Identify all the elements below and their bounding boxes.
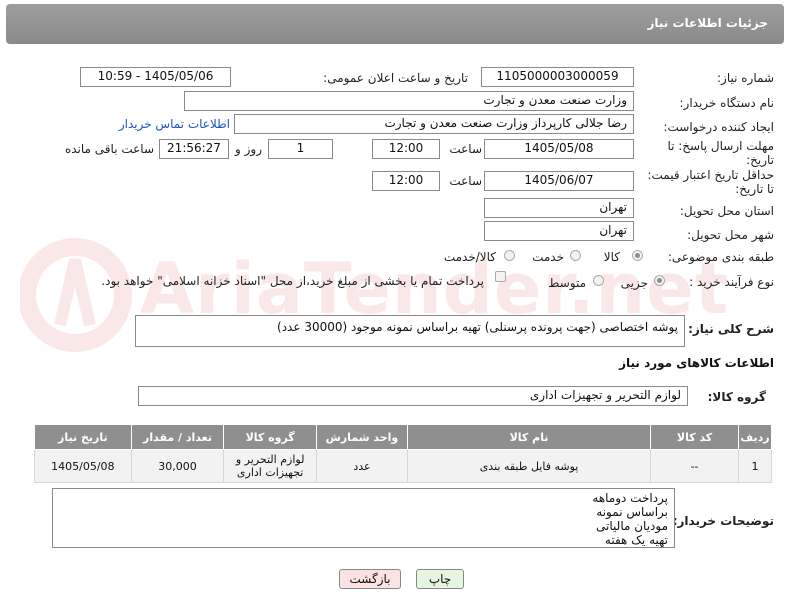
cell-group: لوازم التحریر و تجهیزات اداری (223, 449, 317, 483)
province-field[interactable]: تهران (484, 198, 634, 218)
header-group: گروه کالا (223, 424, 317, 450)
category-option-service: خدمت (532, 250, 564, 264)
category-option-goods-service: کالا/خدمت (443, 250, 496, 264)
deadline-time-label: ساعت (449, 142, 482, 156)
table-row[interactable]: 1 -- پوشه فایل طبقه بندی عدد لوازم التحر… (34, 449, 772, 483)
cell-unit: عدد (315, 449, 408, 483)
header-name: نام کالا (406, 424, 652, 450)
announce-label: تاریخ و ساعت اعلان عمومی: (323, 71, 468, 85)
header-date: تاریخ نیاز (34, 424, 132, 450)
goods-group-label: گروه کالا: (707, 390, 766, 404)
cell-row-number: 1 (738, 449, 772, 483)
category-radio-goods[interactable] (632, 250, 643, 261)
deadline-days-field[interactable]: 1 (268, 139, 333, 159)
price-validity-date-field[interactable]: 1405/06/07 (484, 171, 634, 191)
price-validity-label-line2: تا تاریخ: (735, 182, 774, 196)
buyer-note-line: براساس نمونه (596, 505, 668, 519)
price-validity-time-field[interactable]: 12:00 (372, 171, 440, 191)
category-option-goods: کالا (603, 250, 620, 264)
buyer-note-line: مودیان مالیاتی (596, 519, 668, 533)
buyer-contact-link[interactable]: اطلاعات تماس خریدار (119, 117, 230, 131)
cell-code: -- (650, 449, 740, 483)
process-option-medium: متوسط (548, 276, 586, 290)
header-code: کد کالا (650, 424, 740, 450)
buyer-notes-label: توضیحات خریدار: (672, 514, 774, 528)
city-field[interactable]: تهران (484, 221, 634, 241)
creator-label: ایجاد کننده درخواست: (663, 120, 774, 134)
page-title: جزئیات اطلاعات نیاز (647, 16, 768, 30)
process-radio-medium[interactable] (593, 275, 604, 286)
header-row-number: ردیف (738, 424, 772, 450)
print-button[interactable]: چاپ (416, 569, 464, 589)
announce-field[interactable]: 1405/05/06 - 10:59 (80, 67, 231, 87)
header-quantity: تعداد / مقدار (130, 424, 225, 450)
remaining-time-field[interactable]: 21:56:27 (159, 139, 229, 159)
process-option-minor: جزیی (620, 276, 648, 290)
description-label: شرح کلی نیاز: (688, 322, 774, 336)
buyer-org-label: نام دستگاه خریدار: (679, 96, 775, 110)
remaining-label: ساعت باقی مانده (64, 142, 154, 156)
cell-date: 1405/05/08 (34, 449, 132, 483)
buyer-note-line: پرداخت دوماهه (592, 491, 668, 505)
deadline-date-field[interactable]: 1405/05/08 (484, 139, 634, 159)
goods-group-field[interactable]: لوازم التحریر و تجهیزات اداری (138, 386, 688, 406)
cell-name: پوشه فایل طبقه بندی (406, 449, 652, 483)
cell-quantity: 30,000 (130, 449, 225, 483)
back-button[interactable]: بازگشت (339, 569, 401, 589)
deadline-label-line2: تاریخ: (746, 153, 774, 167)
deadline-days-label: روز و (235, 142, 262, 156)
buyer-org-field[interactable]: وزارت صنعت معدن و تجارت (184, 91, 634, 111)
process-label: نوع فرآیند خرید : (689, 275, 774, 289)
need-number-field[interactable]: 1105000003000059 (481, 67, 634, 87)
payment-checkbox[interactable] (495, 271, 506, 282)
buyer-note-line: تهیه یک هفته (604, 533, 668, 547)
province-label: استان محل تحویل: (679, 204, 774, 218)
price-validity-time-label: ساعت (449, 174, 482, 188)
price-validity-label-line1: حداقل تاریخ اعتبار قیمت: (647, 168, 774, 182)
table-header-row: ردیف کد کالا نام کالا واحد شمارش گروه کا… (34, 424, 772, 450)
need-number-label: شماره نیاز: (717, 71, 774, 85)
description-textarea[interactable]: پوشه اختصاصی (جهت پرونده پرسنلی) تهیه بر… (135, 315, 685, 347)
payment-note: پرداخت تمام یا بخشی از مبلغ خرید،از محل … (101, 274, 484, 288)
city-label: شهر محل تحویل: (687, 228, 774, 242)
buyer-notes-textarea[interactable]: پرداخت دوماهه براساس نمونه مودیان مالیات… (52, 488, 675, 548)
category-label: طبقه بندی موضوعی: (667, 250, 774, 264)
header-unit: واحد شمارش (315, 424, 408, 450)
deadline-label-line1: مهلت ارسال پاسخ: تا (667, 139, 774, 153)
page-header: جزئیات اطلاعات نیاز (6, 4, 784, 44)
creator-field[interactable]: رضا جلالی کارپرداز وزارت صنعت معدن و تجا… (234, 114, 634, 134)
category-radio-service[interactable] (570, 250, 581, 261)
deadline-time-field[interactable]: 12:00 (372, 139, 440, 159)
process-radio-minor[interactable] (654, 275, 665, 286)
category-radio-goods-service[interactable] (504, 250, 515, 261)
goods-info-title: اطلاعات کالاهای مورد نیاز (619, 356, 774, 370)
items-table: ردیف کد کالا نام کالا واحد شمارش گروه کا… (34, 424, 772, 483)
